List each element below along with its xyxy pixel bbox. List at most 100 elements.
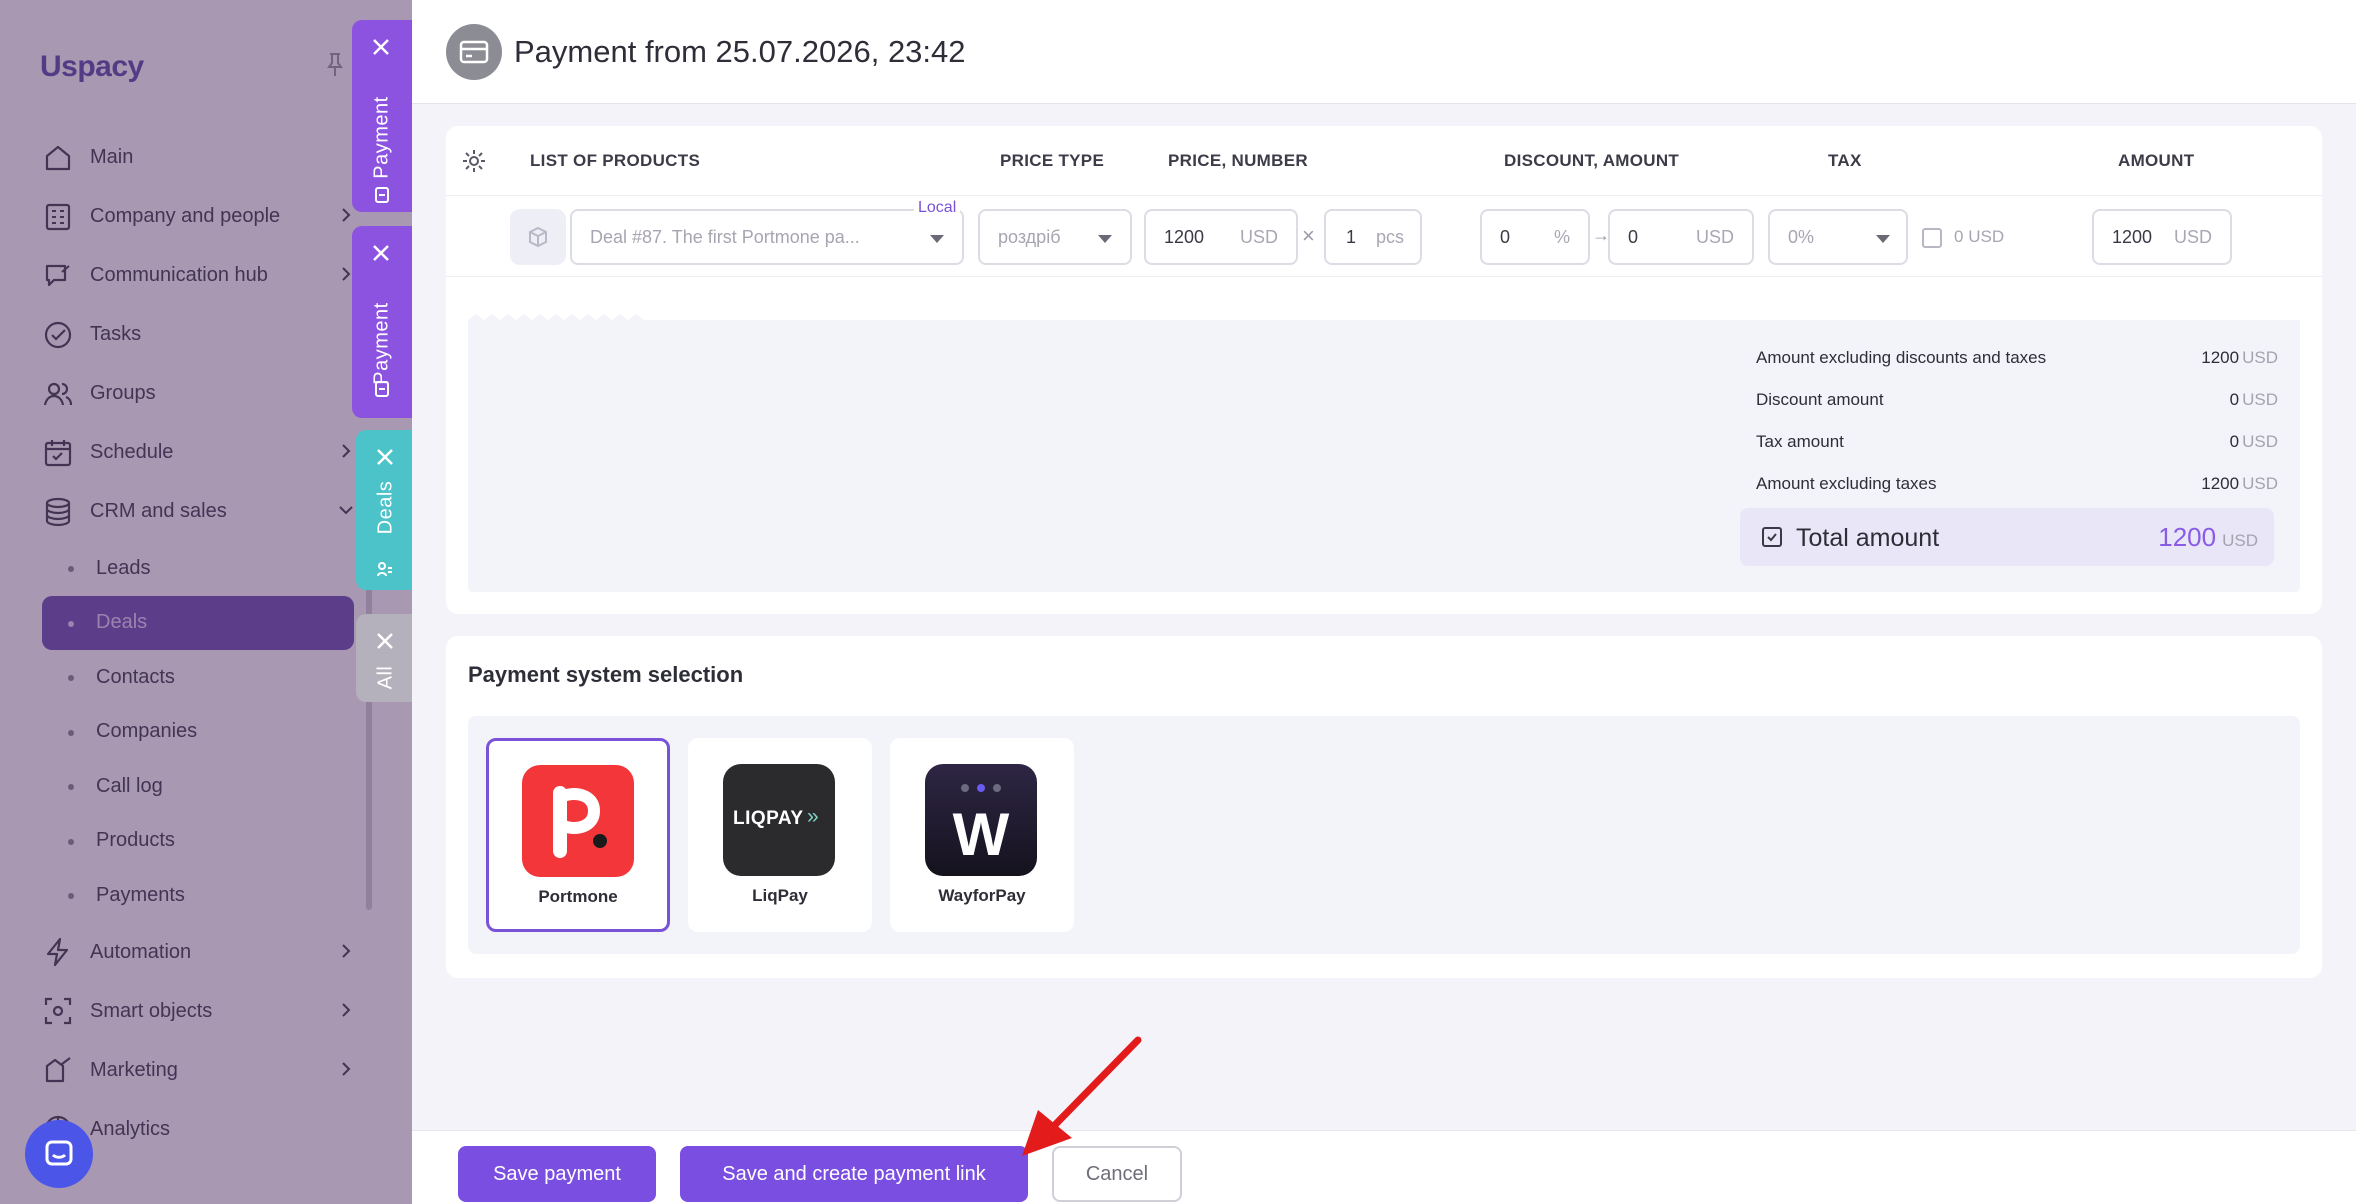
- quantity-input[interactable]: 1 pcs: [1324, 209, 1422, 265]
- sidebar-item-main[interactable]: Main: [42, 128, 360, 187]
- receipt-check-icon: [1762, 527, 1782, 547]
- sidebar-item-smart-objects[interactable]: Smart objects: [42, 982, 360, 1041]
- sidebar-item-label: CRM and sales: [90, 500, 227, 522]
- settings-gear-icon[interactable]: [460, 147, 488, 175]
- page-title: Payment from 25.07.2026, 23:42: [514, 34, 966, 69]
- side-tab-label: Payment: [370, 302, 393, 385]
- payment-option-portmone[interactable]: Portmone: [486, 738, 670, 932]
- groups-icon: [43, 382, 73, 405]
- local-badge: Local: [914, 199, 961, 217]
- box-icon: [529, 226, 547, 248]
- portmone-p-icon: [553, 786, 607, 858]
- product-image-placeholder: [510, 209, 566, 265]
- close-icon[interactable]: [372, 628, 398, 654]
- product-row: Deal #87. The first Portmone pa... Local…: [446, 197, 2322, 277]
- sidebar-item-label: Analytics: [90, 1117, 171, 1140]
- discount-amount-input[interactable]: 0 USD: [1608, 209, 1754, 265]
- sidebar-item-groups[interactable]: Groups: [42, 364, 360, 423]
- sidebar-item-label: Company and people: [90, 205, 281, 227]
- summary-area: Amount excluding discounts and taxes 120…: [468, 314, 2300, 592]
- side-tab-payment-2[interactable]: Payment: [352, 226, 412, 418]
- sidebar-item-label: Automation: [90, 940, 192, 963]
- sidebar-item-marketing[interactable]: Marketing: [42, 1041, 360, 1100]
- portmone-logo: [522, 765, 634, 877]
- chevron-right-icon: [342, 1002, 351, 1017]
- side-tab-all[interactable]: All: [356, 614, 416, 702]
- sidebar-subitem-call-log[interactable]: Call log: [42, 759, 360, 814]
- sidebar-item-label: Groups: [90, 382, 156, 404]
- sidebar-item-label: Main: [90, 146, 134, 168]
- lightning-icon: [46, 937, 69, 967]
- pin-icon[interactable]: [326, 52, 344, 78]
- chevron-right-icon: [342, 208, 351, 222]
- sidebar-item-crm-and-sales[interactable]: CRM and sales: [42, 482, 360, 541]
- product-select[interactable]: Deal #87. The first Portmone pa...: [570, 209, 964, 265]
- chat-bubble-icon: [45, 1140, 73, 1166]
- products-card: LIST OF PRODUCTS PRICE TYPE PRICE, NUMBE…: [446, 126, 2322, 614]
- summary-row-excl-taxes: Amount excluding taxes 1200 USD: [1756, 474, 2278, 493]
- sidebar-subitem-payments[interactable]: Payments: [42, 868, 360, 923]
- uspacy-logo[interactable]: Uspacy: [40, 50, 144, 84]
- column-header-price-type: PRICE TYPE: [1000, 151, 1105, 170]
- side-tab-payment-1[interactable]: Payment: [352, 20, 412, 212]
- total-value: 1200 USD: [2158, 522, 2258, 552]
- close-icon[interactable]: [368, 240, 394, 266]
- summary-row-tax: Tax amount 0 USD: [1756, 432, 2278, 451]
- sidebar-item-label: Smart objects: [90, 999, 213, 1022]
- payment-panel: Payment from 25.07.2026, 23:42 LIST OF P…: [412, 0, 2356, 1204]
- sidebar-subitem-deals[interactable]: Deals: [42, 595, 354, 650]
- sidebar-item-label: Communication hub: [90, 264, 268, 286]
- payment-option-liqpay[interactable]: LIQPAY » LiqPay: [688, 738, 872, 932]
- wayforpay-dots-icon: [961, 784, 1001, 792]
- payment-system-title: Payment system selection: [468, 662, 744, 687]
- multiply-sign: ×: [1302, 223, 1315, 248]
- chat-icon: [45, 264, 70, 286]
- sidebar: Uspacy Main Company and people Communica…: [0, 0, 412, 1204]
- tax-select[interactable]: 0%: [1768, 209, 1908, 265]
- sidebar-item-tasks[interactable]: Tasks: [42, 305, 360, 364]
- sidebar-item-label: Marketing: [90, 1058, 178, 1081]
- chevron-right-icon: [342, 1061, 351, 1076]
- discount-percent-input[interactable]: 0 %: [1480, 209, 1590, 265]
- wayforpay-logo: W: [925, 764, 1037, 876]
- total-amount-box: Total amount 1200 USD: [1740, 508, 2274, 566]
- price-input[interactable]: 1200 USD: [1144, 209, 1298, 265]
- calendar-icon: [44, 439, 72, 466]
- save-payment-button[interactable]: Save payment: [458, 1146, 656, 1202]
- products-table-header: LIST OF PRODUCTS PRICE TYPE PRICE, NUMBE…: [446, 126, 2322, 196]
- sidebar-item-company-and-people[interactable]: Company and people: [42, 187, 360, 246]
- chevron-down-icon: [1098, 235, 1112, 243]
- sidebar-item-automation[interactable]: Automation: [42, 923, 360, 982]
- payment-option-wayforpay[interactable]: W WayforPay: [890, 738, 1074, 932]
- tax-amount: 0 USD: [1954, 227, 2005, 246]
- close-icon[interactable]: [372, 444, 398, 470]
- amount-input[interactable]: 1200 USD: [2092, 209, 2232, 265]
- chevron-right-icon: [342, 943, 351, 958]
- sidebar-item-label: Schedule: [90, 441, 174, 463]
- payment-option-label: LiqPay: [752, 886, 808, 905]
- price-type-select[interactable]: роздріб: [978, 209, 1132, 265]
- chevron-right-icon: [342, 444, 351, 458]
- tax-checkbox[interactable]: [1922, 228, 1942, 248]
- side-tab-deals[interactable]: Deals: [356, 430, 416, 590]
- credit-card-icon: [459, 40, 489, 64]
- save-and-create-link-button[interactable]: Save and create payment link: [680, 1146, 1028, 1202]
- summary-row-subtotal: Amount excluding discounts and taxes 120…: [1756, 348, 2278, 367]
- sidebar-item-label: Tasks: [90, 323, 142, 345]
- sidebar-subitem-products[interactable]: Products: [42, 814, 360, 869]
- sidebar-subitem-leads[interactable]: Leads: [42, 541, 360, 596]
- chat-launcher-button[interactable]: [25, 1120, 93, 1188]
- check-circle-icon: [44, 321, 72, 348]
- sidebar-item-communication-hub[interactable]: Communication hub: [42, 246, 360, 305]
- marketing-icon: [45, 1057, 71, 1083]
- sidebar-nav: Main Company and people Communication hu…: [42, 128, 360, 1159]
- sidebar-subitem-companies[interactable]: Companies: [42, 705, 360, 760]
- side-tab-label: Deals: [374, 480, 397, 535]
- home-icon: [45, 145, 71, 170]
- payment-option-label: WayforPay: [938, 886, 1026, 905]
- sidebar-item-schedule[interactable]: Schedule: [42, 423, 360, 482]
- payment-card-icon: [375, 381, 389, 397]
- panel-header: Payment from 25.07.2026, 23:42: [412, 0, 2356, 104]
- sidebar-subitem-contacts[interactable]: Contacts: [42, 650, 360, 705]
- close-icon[interactable]: [368, 34, 394, 60]
